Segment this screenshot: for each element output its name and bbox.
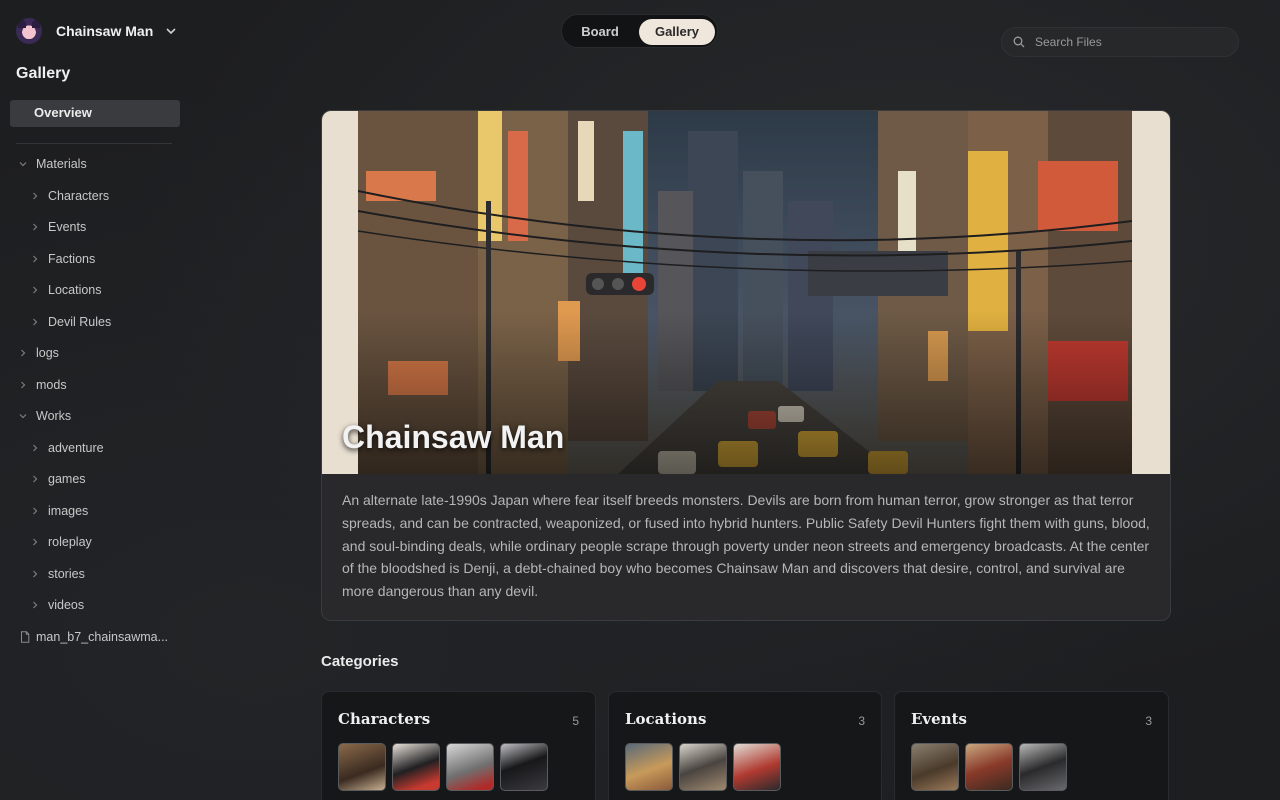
chevron-right-icon[interactable] bbox=[30, 474, 40, 484]
tree-item-label: mods bbox=[36, 378, 67, 392]
category-count: 5 bbox=[572, 714, 579, 728]
thumbnail[interactable] bbox=[338, 743, 386, 791]
tree-item-label: adventure bbox=[48, 441, 104, 455]
category-title: Locations bbox=[625, 710, 707, 728]
hero-card: Chainsaw Man An alternate late-1990s Jap… bbox=[321, 110, 1171, 621]
category-card-locations[interactable]: Locations 3 bbox=[608, 691, 882, 800]
category-thumbnails bbox=[338, 743, 548, 791]
anime-avatar-icon bbox=[16, 18, 42, 44]
view-toggle: Board Gallery bbox=[561, 14, 718, 48]
thumbnail[interactable] bbox=[446, 743, 494, 791]
tree-item-file[interactable]: man_b7_chainsawma... bbox=[20, 625, 168, 649]
chevron-right-icon[interactable] bbox=[30, 191, 40, 201]
tree-item-mods[interactable]: mods bbox=[18, 373, 67, 397]
tree-item-videos[interactable]: videos bbox=[30, 593, 84, 617]
thumbnail[interactable] bbox=[965, 743, 1013, 791]
tree-item-label: images bbox=[48, 504, 89, 518]
tree-item-label: logs bbox=[36, 346, 59, 360]
categories-heading: Categories bbox=[321, 653, 399, 670]
chevron-right-icon[interactable] bbox=[30, 600, 40, 610]
hero-description: An alternate late-1990s Japan where fear… bbox=[342, 492, 1150, 600]
sidebar-divider bbox=[16, 143, 172, 144]
tree-item-label: videos bbox=[48, 598, 85, 612]
tree-item-locations[interactable]: Locations bbox=[30, 278, 102, 302]
tree-item-label: Factions bbox=[48, 252, 96, 266]
tree-item-works[interactable]: Works bbox=[18, 404, 71, 428]
tree-item-label: Events bbox=[48, 220, 87, 234]
tree-item-label: Characters bbox=[48, 189, 110, 203]
tree-item-roleplay[interactable]: roleplay bbox=[30, 530, 92, 554]
chevron-right-icon[interactable] bbox=[30, 285, 40, 295]
workspace-switcher[interactable]: Chainsaw Man bbox=[16, 18, 186, 44]
tree-item-factions[interactable]: Factions bbox=[30, 247, 95, 271]
tree-item-label: man_b7_chainsawma... bbox=[36, 630, 169, 644]
tree-item-label: Devil Rules bbox=[48, 315, 112, 329]
tree-item-images[interactable]: images bbox=[30, 499, 88, 523]
tree-item-games[interactable]: games bbox=[30, 467, 86, 491]
hero-title: Chainsaw Man bbox=[342, 419, 565, 455]
tree-item-materials[interactable]: Materials bbox=[18, 152, 87, 176]
sidebar-section-title: Gallery bbox=[16, 65, 71, 82]
file-icon bbox=[21, 631, 30, 643]
tree-item-characters[interactable]: Characters bbox=[30, 184, 109, 208]
tree-item-label: roleplay bbox=[48, 535, 92, 549]
chevron-right-icon[interactable] bbox=[30, 537, 40, 547]
chevron-down-icon[interactable] bbox=[18, 159, 28, 169]
thumbnail[interactable] bbox=[733, 743, 781, 791]
chevron-right-icon[interactable] bbox=[30, 317, 40, 327]
chevron-right-icon[interactable] bbox=[18, 380, 28, 390]
category-count: 3 bbox=[858, 714, 865, 728]
tree-item-devil-rules[interactable]: Devil Rules bbox=[30, 310, 111, 334]
tree-item-stories[interactable]: stories bbox=[30, 562, 85, 586]
chevron-right-icon[interactable] bbox=[30, 506, 40, 516]
thumbnail[interactable] bbox=[500, 743, 548, 791]
thumbnail[interactable] bbox=[679, 743, 727, 791]
category-thumbnails bbox=[911, 743, 1067, 791]
chevron-right-icon[interactable] bbox=[30, 222, 40, 232]
workspace-name: Chainsaw Man bbox=[56, 23, 154, 39]
chevron-right-icon[interactable] bbox=[30, 254, 40, 264]
category-card-characters[interactable]: Characters 5 bbox=[321, 691, 596, 800]
tree-item-label: Materials bbox=[36, 157, 87, 171]
chevron-right-icon[interactable] bbox=[30, 569, 40, 579]
category-card-events[interactable]: Events 3 bbox=[894, 691, 1169, 800]
gallery-view-button[interactable]: Gallery bbox=[639, 19, 715, 45]
category-title: Events bbox=[911, 710, 967, 728]
thumbnail[interactable] bbox=[911, 743, 959, 791]
hero-image: Chainsaw Man bbox=[322, 111, 1170, 474]
search-box[interactable] bbox=[1001, 27, 1239, 57]
category-count: 3 bbox=[1145, 714, 1152, 728]
thumbnail[interactable] bbox=[392, 743, 440, 791]
category-thumbnails bbox=[625, 743, 781, 791]
sidebar-item-overview[interactable]: Overview bbox=[10, 100, 180, 127]
tree-item-label: Locations bbox=[48, 283, 102, 297]
board-view-button[interactable]: Board bbox=[568, 19, 632, 45]
tree-item-adventure[interactable]: adventure bbox=[30, 436, 104, 460]
thumbnail[interactable] bbox=[625, 743, 673, 791]
category-title: Characters bbox=[338, 710, 431, 728]
tree-item-logs[interactable]: logs bbox=[18, 341, 59, 365]
search-icon bbox=[1013, 36, 1025, 48]
chevron-down-icon[interactable] bbox=[165, 25, 177, 37]
thumbnail[interactable] bbox=[1019, 743, 1067, 791]
sidebar: Chainsaw Man Gallery Overview Materials … bbox=[0, 0, 190, 800]
search-input[interactable] bbox=[1033, 34, 1227, 50]
tree-item-label: games bbox=[48, 472, 86, 486]
chevron-right-icon[interactable] bbox=[30, 443, 40, 453]
tree-item-events[interactable]: Events bbox=[30, 215, 86, 239]
chevron-right-icon[interactable] bbox=[18, 348, 28, 358]
tree-item-label: Works bbox=[36, 409, 72, 423]
chevron-down-icon[interactable] bbox=[18, 411, 28, 421]
tree-item-label: stories bbox=[48, 567, 85, 581]
